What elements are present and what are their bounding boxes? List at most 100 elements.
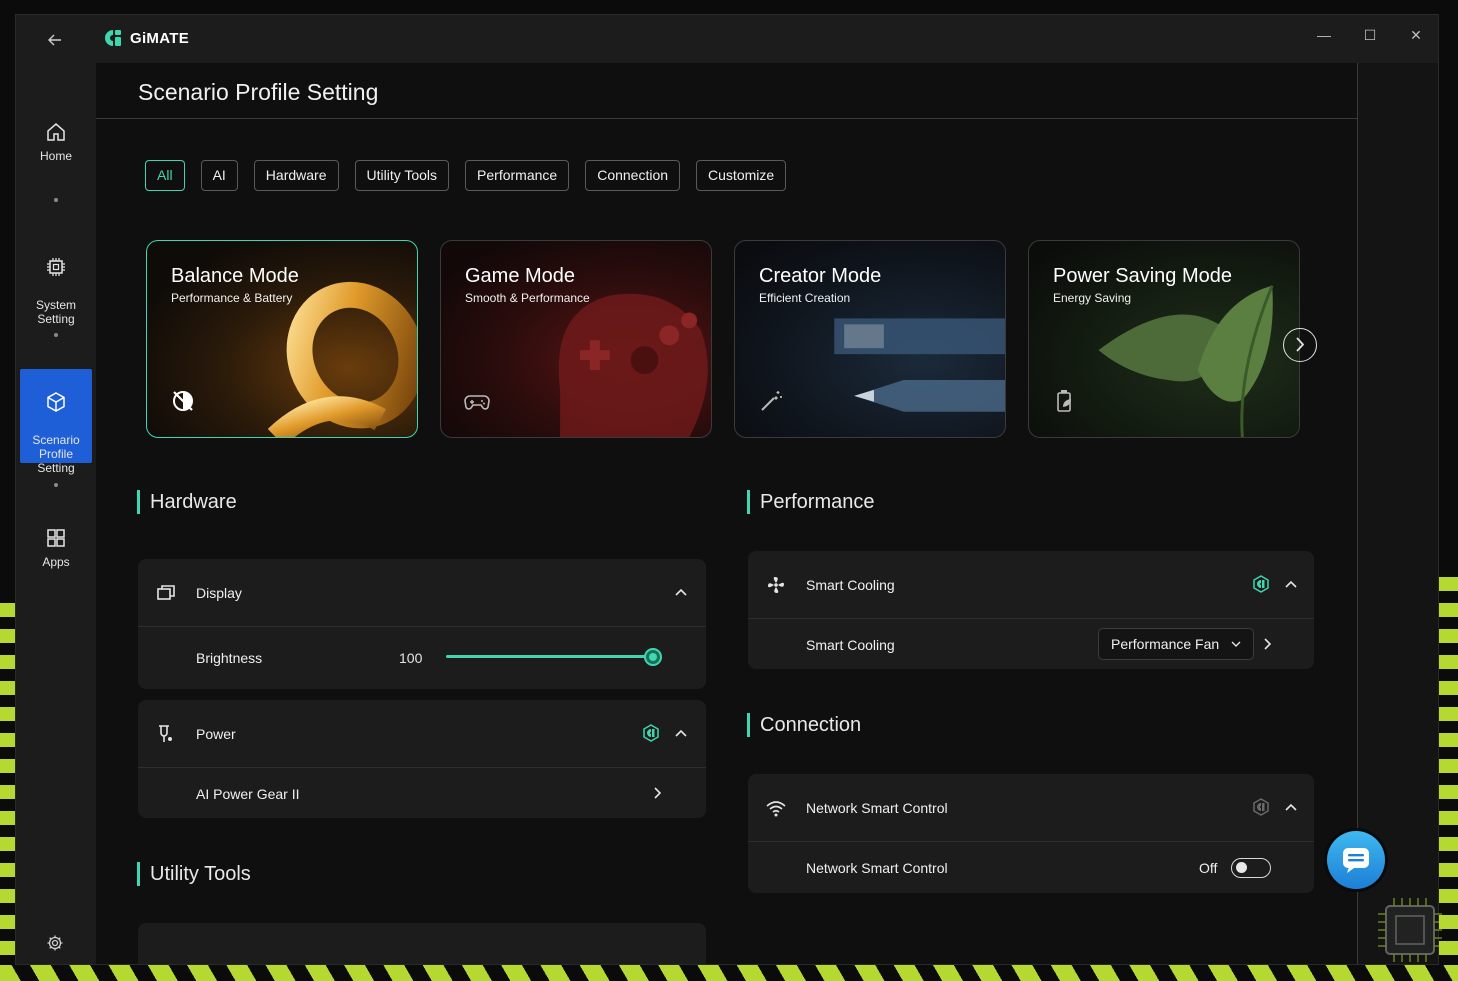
chevron-right-icon[interactable]	[1260, 637, 1274, 651]
chip-watermark-logo	[1378, 898, 1442, 962]
brightness-label: Brightness	[196, 650, 263, 666]
brightness-value: 100	[399, 650, 423, 666]
balance-icon	[173, 391, 193, 411]
battery-leaf-icon	[1057, 390, 1071, 412]
chevron-right-icon	[1296, 337, 1305, 352]
section-title-connection: Connection	[747, 713, 861, 737]
maximize-button[interactable]: ☐	[1350, 21, 1390, 49]
title-bar: GiMATE — ☐ ✕	[16, 15, 1438, 63]
sidebar-item-apps[interactable]: Apps	[20, 527, 92, 569]
smart-cooling-label: Smart Cooling	[806, 577, 895, 593]
filter-performance[interactable]: Performance	[465, 160, 570, 191]
card-subtitle: Performance & Battery	[171, 291, 293, 305]
chip-icon	[47, 258, 65, 276]
section-title-performance: Performance	[747, 490, 875, 514]
smart-cooling-row: Smart Cooling Performance Fan	[748, 619, 1314, 669]
power-header[interactable]: Power	[138, 700, 706, 768]
fan-mode-dropdown[interactable]: Performance Fan	[1098, 628, 1255, 660]
chat-button[interactable]	[1327, 831, 1385, 889]
page-title: Scenario Profile Setting	[138, 79, 379, 105]
scenario-cards: Balance Mode Performance & Battery Game …	[146, 240, 1300, 438]
section-title-utility-tools: Utility Tools	[137, 862, 251, 886]
back-button[interactable]	[44, 29, 66, 51]
smart-cooling-row-label: Smart Cooling	[806, 637, 895, 653]
filter-chips: All AI Hardware Utility Tools Performanc…	[145, 160, 787, 191]
app-window: GiMATE — ☐ ✕ Home System Setting Scenari…	[15, 14, 1439, 965]
brightness-row: Brightness 100	[138, 627, 706, 689]
network-row-label: Network Smart Control	[806, 860, 948, 876]
chevron-right-icon[interactable]	[650, 786, 664, 800]
network-panel: Network Smart Control Network Smart Cont…	[748, 774, 1314, 893]
chevron-up-icon[interactable]	[1284, 801, 1298, 815]
display-label: Display	[196, 585, 242, 601]
display-icon	[157, 585, 175, 600]
network-label: Network Smart Control	[806, 800, 948, 816]
ai-hex-badge-icon	[643, 724, 659, 742]
section-title-hardware: Hardware	[137, 490, 237, 514]
card-power-saving-mode[interactable]: Power Saving Mode Energy Saving	[1028, 240, 1300, 438]
apps-grid-icon	[47, 529, 65, 547]
card-game-mode[interactable]: Game Mode Smooth & Performance	[440, 240, 712, 438]
chevron-up-icon[interactable]	[674, 586, 688, 600]
filter-utility-tools[interactable]: Utility Tools	[354, 160, 450, 191]
filter-ai[interactable]: AI	[200, 160, 238, 191]
home-icon	[47, 123, 65, 141]
magic-wand-icon	[761, 391, 782, 411]
fan-icon	[768, 577, 784, 593]
close-button[interactable]: ✕	[1396, 21, 1436, 49]
power-panel: Power AI Power Gear II	[138, 700, 706, 818]
network-header[interactable]: Network Smart Control	[748, 774, 1314, 842]
card-subtitle: Efficient Creation	[759, 291, 851, 305]
chevron-up-icon[interactable]	[674, 727, 688, 741]
filter-hardware[interactable]: Hardware	[253, 160, 339, 191]
card-balance-mode[interactable]: Balance Mode Performance & Battery	[146, 240, 418, 438]
smart-cooling-header[interactable]: Smart Cooling	[748, 551, 1314, 619]
wifi-icon	[766, 801, 786, 817]
nav-separator-dot	[54, 483, 58, 487]
sidebar: Home System Setting Scenario Profile Set…	[16, 63, 96, 964]
sidebar-item-scenario-profile-setting[interactable]: Scenario Profile Setting	[20, 369, 92, 475]
card-subtitle: Energy Saving	[1053, 291, 1132, 305]
minimize-button[interactable]: —	[1304, 21, 1344, 49]
title-divider	[96, 118, 1358, 119]
power-plug-icon	[159, 725, 172, 742]
nav-separator-dot	[54, 198, 58, 202]
network-row: Network Smart Control Off	[748, 842, 1314, 892]
network-toggle[interactable]	[1231, 858, 1271, 878]
card-subtitle: Smooth & Performance	[465, 291, 590, 305]
gimate-logo-icon	[105, 30, 121, 46]
chat-bubble-icon	[1343, 848, 1369, 873]
sidebar-item-label: System Setting	[35, 298, 76, 326]
brightness-slider-track[interactable]	[446, 655, 654, 658]
filter-connection[interactable]: Connection	[585, 160, 681, 191]
sidebar-item-label: Apps	[42, 555, 70, 569]
filter-all[interactable]: All	[145, 160, 185, 191]
brightness-slider-thumb[interactable]	[644, 648, 662, 666]
cube-icon	[47, 392, 65, 412]
brand: GiMATE	[104, 29, 189, 47]
carousel-next-button[interactable]	[1283, 328, 1317, 362]
gear-icon[interactable]	[46, 934, 64, 952]
display-panel: Display Brightness 100	[138, 559, 706, 689]
card-title: Power Saving Mode	[1053, 265, 1232, 287]
card-creator-mode[interactable]: Creator Mode Efficient Creation	[734, 240, 1006, 438]
sidebar-item-label: Scenario Profile Setting	[32, 433, 80, 475]
smart-cooling-panel: Smart Cooling Smart Cooling Performance …	[748, 551, 1314, 669]
ai-hex-badge-icon	[1253, 798, 1269, 816]
filter-customize[interactable]: Customize	[696, 160, 787, 191]
utility-panel	[138, 923, 706, 964]
app-name: GiMATE	[130, 29, 190, 47]
chevron-down-icon	[1231, 641, 1241, 647]
nav-separator-dot	[54, 333, 58, 337]
sidebar-item-system-setting[interactable]: System Setting	[20, 242, 92, 326]
chevron-up-icon[interactable]	[1284, 578, 1298, 592]
fan-mode-selected: Performance Fan	[1111, 636, 1220, 652]
arrow-left-icon	[48, 34, 61, 46]
card-title: Balance Mode	[171, 265, 299, 287]
display-header[interactable]: Display	[138, 559, 706, 627]
ai-power-gear-row[interactable]: AI Power Gear II	[138, 768, 706, 818]
sidebar-item-label: Home	[39, 149, 72, 163]
ai-hex-badge-icon	[1253, 575, 1269, 593]
sidebar-item-home[interactable]: Home	[20, 121, 92, 163]
gamepad-icon	[464, 395, 490, 410]
